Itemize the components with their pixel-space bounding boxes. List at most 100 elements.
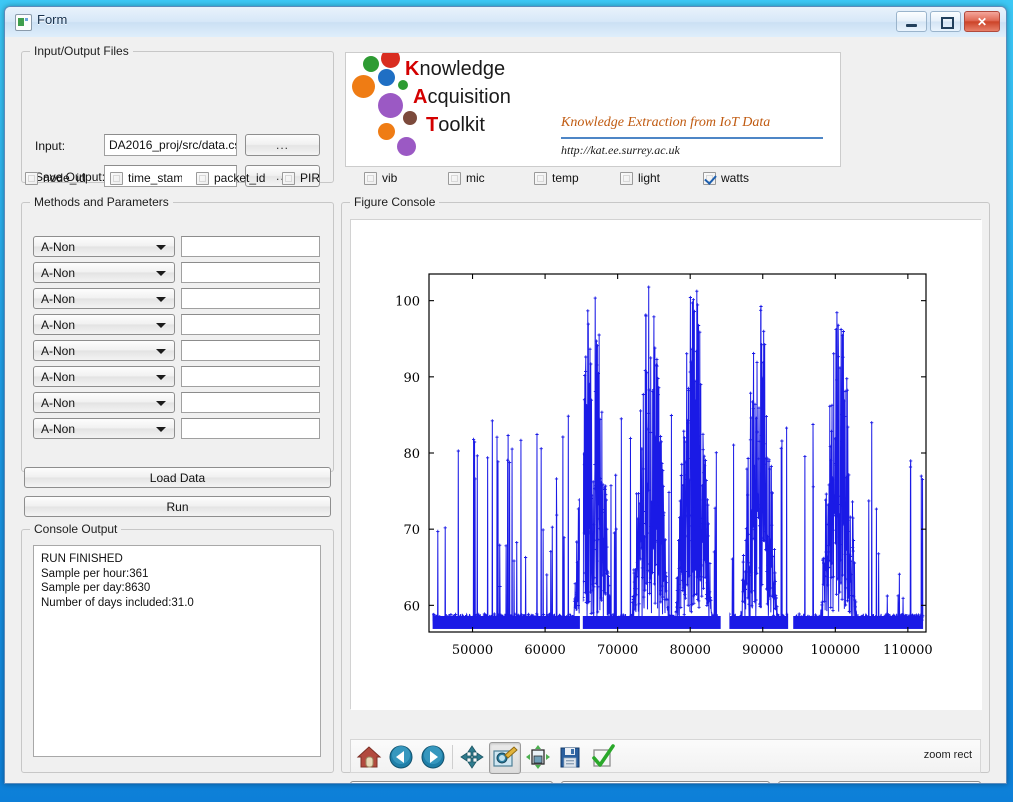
method-select-2-value: A-Non bbox=[41, 291, 76, 306]
checkbox-vib[interactable]: vib bbox=[364, 171, 397, 185]
toolbar-mode-text: zoom rect bbox=[923, 749, 972, 761]
method-select-5[interactable]: A-Non bbox=[33, 366, 175, 387]
param-field-7[interactable] bbox=[181, 418, 320, 439]
x-tick-label: 90000 bbox=[742, 643, 783, 658]
figure-canvas[interactable]: 50000 60000 70000 80000 90000 100000 110000 60 7… bbox=[350, 219, 982, 710]
method-select-4[interactable]: A-Non bbox=[33, 340, 175, 361]
home-icon bbox=[356, 746, 382, 768]
checkbox-box-light bbox=[620, 171, 633, 185]
input-output-files-group: Input/Output Files bbox=[21, 44, 334, 183]
previous-button[interactable]: << bbox=[350, 781, 553, 783]
param-field-6[interactable] bbox=[181, 392, 320, 413]
arrow-right-icon bbox=[421, 745, 445, 769]
logo-rest-knowledge: nowledge bbox=[419, 58, 506, 80]
series-gap bbox=[579, 275, 583, 631]
logo-line-toolkit: Toolkit bbox=[426, 114, 485, 137]
forward-icon-button[interactable] bbox=[418, 742, 448, 772]
checkbox-box-node_id bbox=[25, 171, 38, 185]
logo-initial-t: T bbox=[426, 114, 439, 136]
y-tick-label: 60 bbox=[403, 599, 420, 614]
method-select-2[interactable]: A-Non bbox=[33, 288, 175, 309]
series-gap bbox=[720, 275, 730, 631]
toolbar-separator bbox=[452, 745, 453, 769]
param-field-4[interactable] bbox=[181, 340, 320, 361]
console-output-text[interactable]: RUN FINISHED Sample per hour:361 Sample … bbox=[33, 545, 321, 757]
series-gap bbox=[788, 275, 794, 631]
method-select-6-value: A-Non bbox=[41, 395, 76, 410]
save-icon-button[interactable] bbox=[555, 742, 585, 772]
load-data-button[interactable]: Load Data bbox=[24, 467, 331, 488]
method-select-7-value: A-Non bbox=[41, 421, 76, 436]
chevron-down-icon bbox=[156, 426, 166, 432]
param-field-2[interactable] bbox=[181, 288, 320, 309]
chevron-down-icon bbox=[156, 296, 166, 302]
checkbox-label-PIR: PIR bbox=[300, 171, 321, 185]
param-field-3[interactable] bbox=[181, 314, 320, 335]
zoom-rect-icon-button[interactable] bbox=[489, 742, 521, 774]
input-browse-button[interactable]: ... bbox=[245, 134, 320, 156]
method-select-1-value: A-Non bbox=[41, 265, 76, 280]
form-app-icon bbox=[15, 14, 32, 31]
minimize-icon bbox=[906, 24, 917, 27]
checkbox-box-packet_id bbox=[196, 171, 209, 185]
checkbox-box-time_stamp bbox=[110, 171, 123, 185]
logo-dot-green-sm-icon bbox=[398, 80, 408, 90]
logo-dot-orange2-icon bbox=[378, 123, 395, 140]
input-path-field[interactable]: DA2016_proj/src/data.csv bbox=[104, 134, 237, 156]
logo-tagline: Knowledge Extraction from IoT Data bbox=[561, 115, 771, 130]
checkbox-node_id[interactable]: node_id bbox=[25, 171, 86, 185]
window-title: Form bbox=[37, 12, 68, 27]
client-area: Input/Output Files Input: DA2016_proj/sr… bbox=[5, 37, 1006, 783]
logo-dot-blue-icon bbox=[378, 69, 395, 86]
method-select-3[interactable]: A-Non bbox=[33, 314, 175, 335]
back-icon-button[interactable] bbox=[386, 742, 416, 772]
checkbox-temp[interactable]: temp bbox=[534, 171, 579, 185]
x-tick-label: 110000 bbox=[883, 643, 933, 658]
method-select-7[interactable]: A-Non bbox=[33, 418, 175, 439]
x-tick-label: 70000 bbox=[597, 643, 638, 658]
apply-check-icon-button[interactable] bbox=[587, 742, 617, 772]
logo-dot-red-icon bbox=[381, 53, 400, 68]
figure-toolbar: zoom rect bbox=[350, 739, 981, 774]
close-icon: ✕ bbox=[976, 14, 988, 29]
checkbox-label-vib: vib bbox=[382, 171, 398, 185]
logo-rest-toolkit: oolkit bbox=[438, 114, 485, 136]
param-field-5[interactable] bbox=[181, 366, 320, 387]
chevron-down-icon bbox=[156, 322, 166, 328]
figure-selector-dropdown[interactable] bbox=[561, 781, 770, 783]
logo-line-acquisition: Acquisition bbox=[413, 86, 511, 109]
home-icon-button[interactable] bbox=[354, 742, 384, 772]
window-controls: ✕ bbox=[896, 11, 1000, 32]
checkbox-box-PIR bbox=[282, 171, 295, 185]
logo-line-knowledge: Knowledge bbox=[405, 58, 505, 81]
pan-icon-button[interactable] bbox=[457, 742, 487, 772]
checkbox-label-packet_id: packet_id bbox=[214, 171, 266, 185]
method-select-0-value: A-Non bbox=[41, 239, 76, 254]
checkbox-watts[interactable]: watts bbox=[703, 171, 749, 185]
method-select-6[interactable]: A-Non bbox=[33, 392, 175, 413]
checkbox-time_stamp[interactable]: time_stamp bbox=[110, 171, 188, 185]
logo-tagline-rule bbox=[561, 137, 823, 139]
checkbox-mic[interactable]: mic bbox=[448, 171, 485, 185]
checkbox-light[interactable]: light bbox=[620, 171, 660, 185]
param-field-1[interactable] bbox=[181, 262, 320, 283]
logo-url[interactable]: http://kat.ee.surrey.ac.uk bbox=[561, 143, 680, 158]
logo-initial-k: K bbox=[405, 58, 420, 80]
logo-dot-orange-icon bbox=[352, 75, 375, 98]
method-select-1[interactable]: A-Non bbox=[33, 262, 175, 283]
next-button[interactable]: >> bbox=[778, 781, 981, 783]
close-button[interactable]: ✕ bbox=[964, 11, 1000, 32]
minimize-button[interactable] bbox=[896, 11, 927, 32]
run-button[interactable]: Run bbox=[24, 496, 331, 517]
checkbox-PIR[interactable]: PIR bbox=[282, 171, 320, 185]
param-field-0[interactable] bbox=[181, 236, 320, 257]
checkbox-packet_id[interactable]: packet_id bbox=[196, 171, 265, 185]
subplots-icon-button[interactable] bbox=[523, 742, 553, 772]
checkbox-label-time_stamp: time_stamp bbox=[128, 171, 182, 185]
input-label: Input: bbox=[35, 139, 66, 153]
method-select-0[interactable]: A-Non bbox=[33, 236, 175, 257]
checkbox-box-temp bbox=[534, 171, 547, 185]
checkbox-label-mic: mic bbox=[466, 171, 485, 185]
maximize-icon bbox=[941, 17, 954, 29]
maximize-button[interactable] bbox=[930, 11, 961, 32]
